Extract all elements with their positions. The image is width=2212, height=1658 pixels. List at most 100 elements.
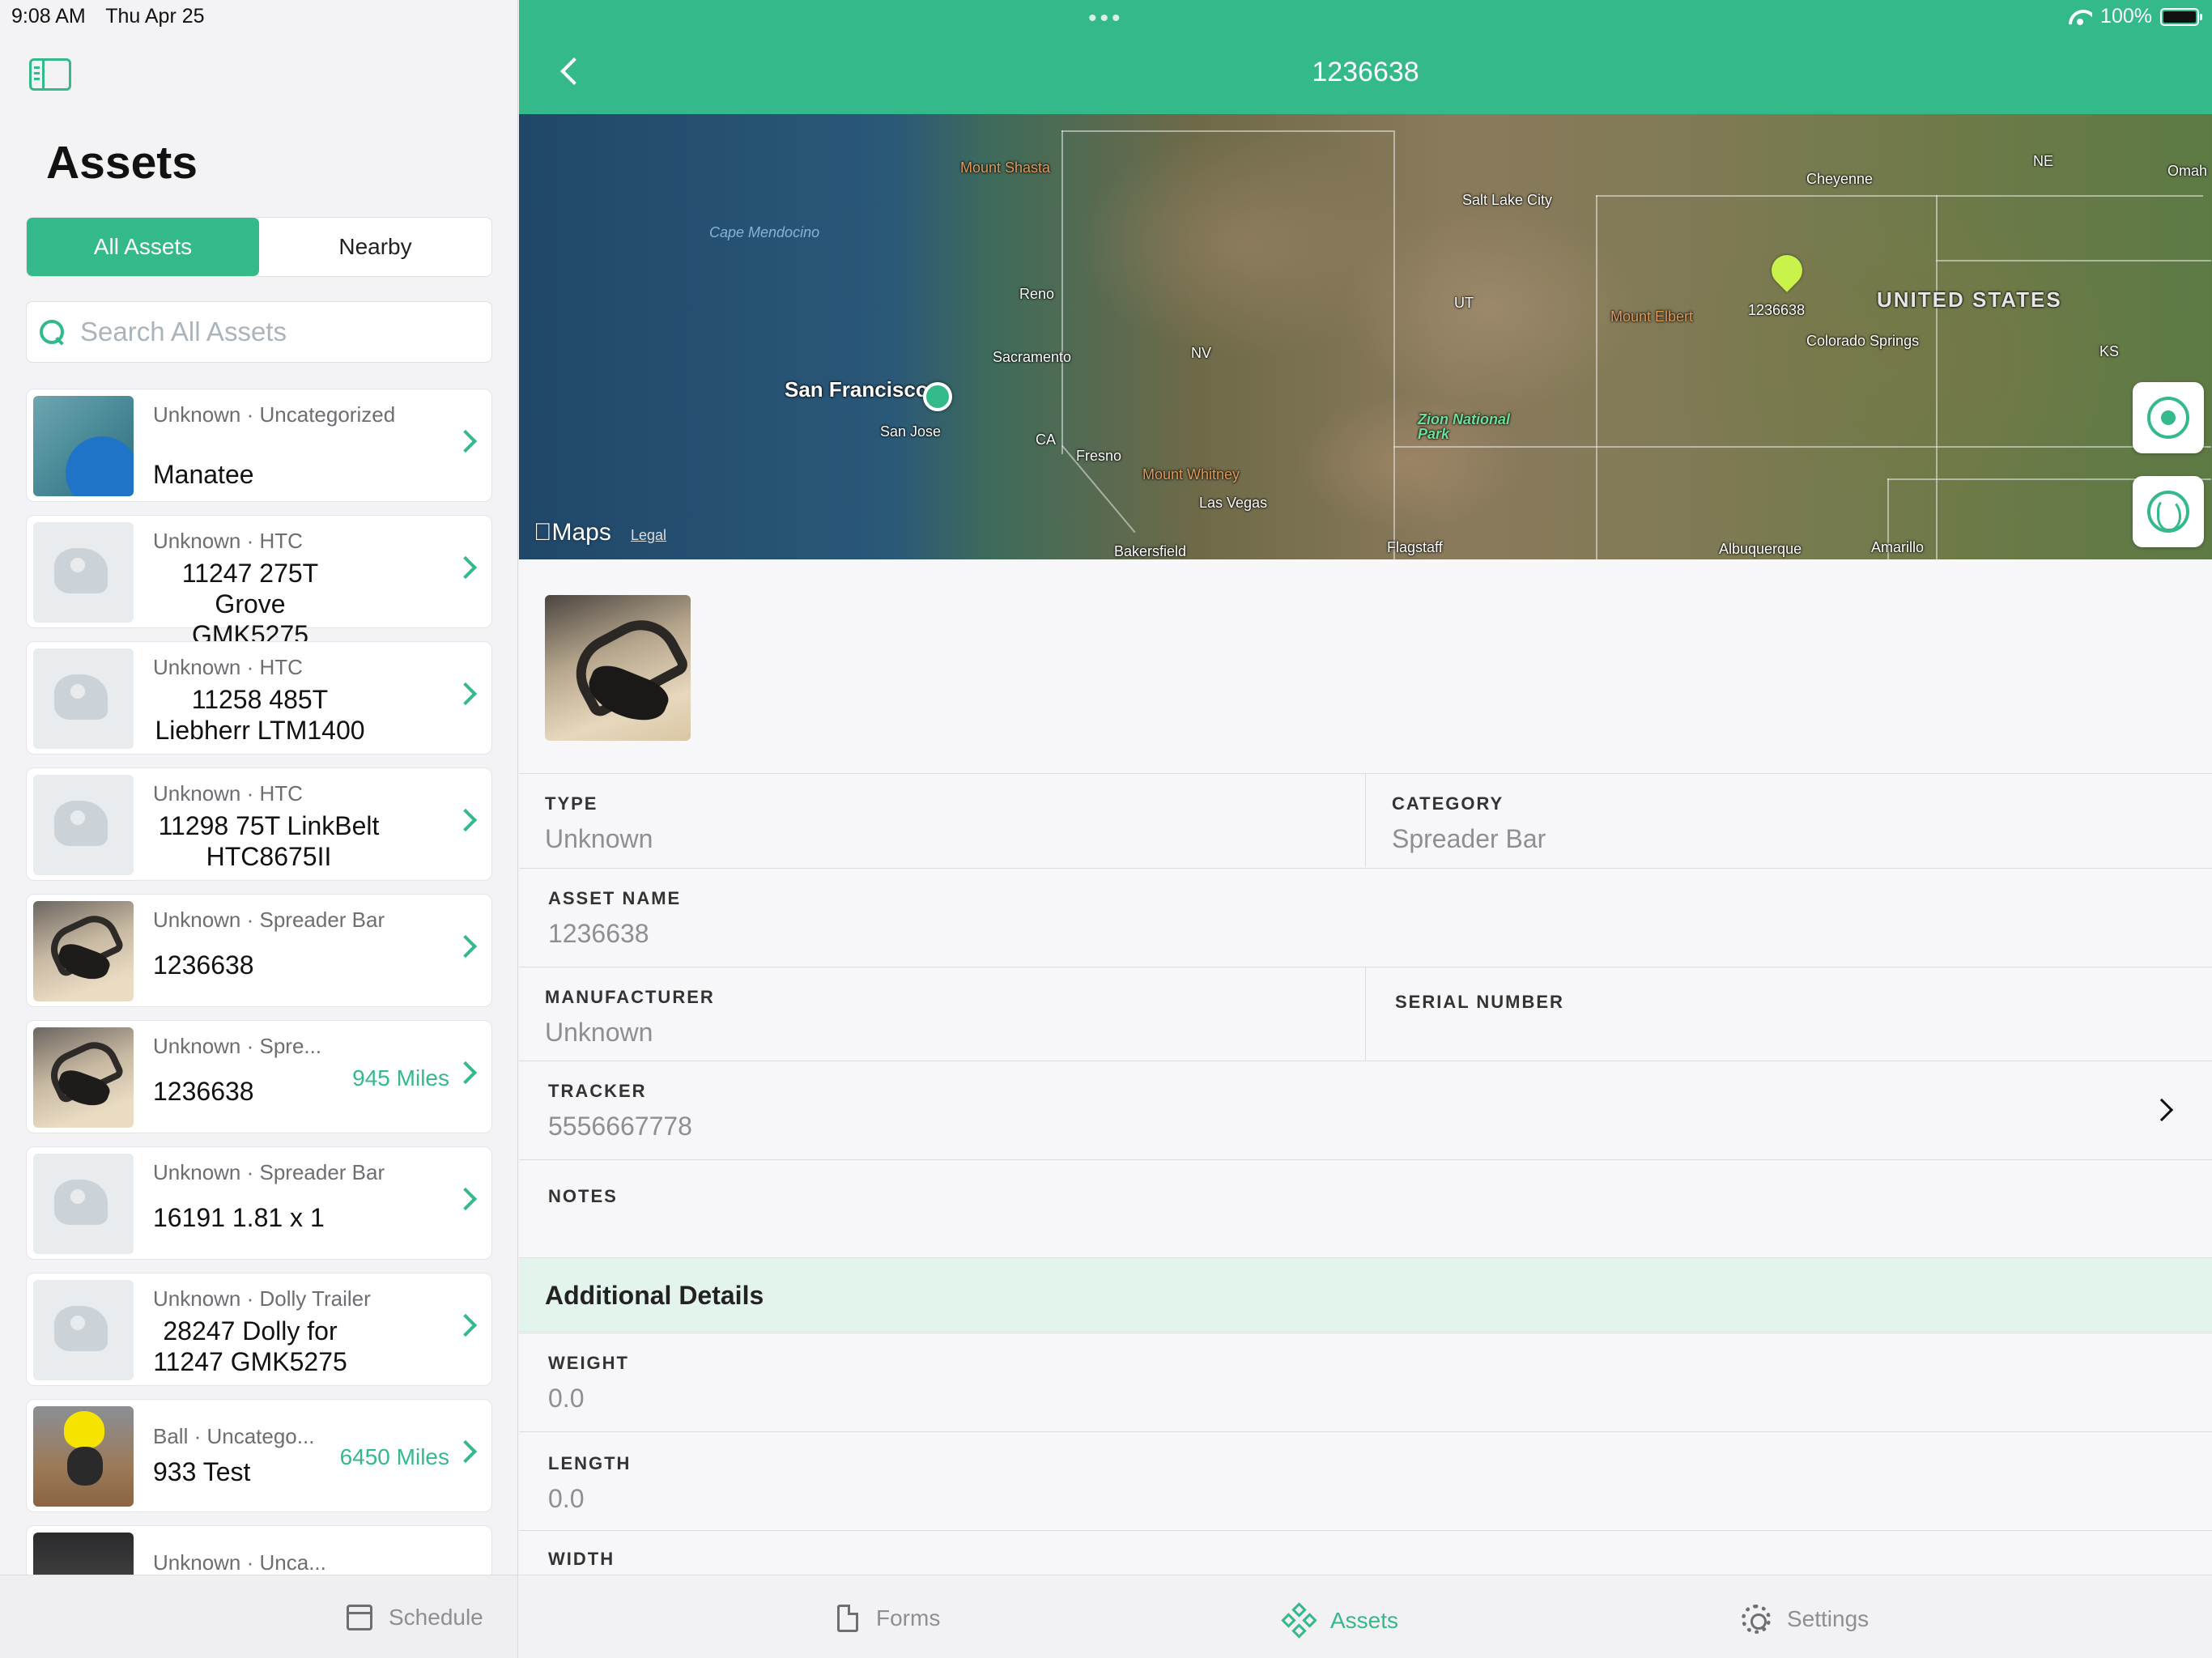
- tab-settings-label: Settings: [1787, 1606, 1870, 1631]
- tab-forms-label: Forms: [876, 1605, 941, 1630]
- asset-meta: Ball · Uncatego...: [153, 1424, 315, 1448]
- asset-name: 11247 275T Grove GMK5275: [181, 559, 319, 649]
- status-date: Thu Apr 25: [105, 5, 205, 28]
- asset-photo[interactable]: [545, 595, 691, 741]
- distance-badge: 945 Miles: [352, 1065, 449, 1090]
- locate-button[interactable]: [2133, 382, 2204, 453]
- map-label: NV: [1191, 345, 1212, 361]
- map-label: San Francisco: [785, 377, 929, 402]
- map-label: Mount Whitney: [1142, 466, 1240, 483]
- map-label: Cheyenne: [1806, 171, 1874, 187]
- asset-meta: Unknown · HTC: [153, 655, 303, 679]
- list-item[interactable]: Unknown · HTC 11247 275T Grove GMK5275: [26, 515, 492, 649]
- map-label: KS: [2099, 343, 2120, 359]
- chevron-right-icon: [453, 1187, 478, 1211]
- search-box[interactable]: [26, 301, 492, 363]
- status-bar-right: 100%: [2068, 5, 2202, 28]
- chevron-right-icon: [453, 429, 478, 453]
- sidebar-toggle-icon[interactable]: [29, 58, 71, 91]
- search-input[interactable]: [80, 317, 469, 347]
- tab-forms[interactable]: Forms: [837, 1605, 940, 1632]
- map-label: CA: [1036, 432, 1057, 448]
- field-serial-number[interactable]: SERIAL NUMBER: [1365, 967, 2212, 1061]
- list-item[interactable]: Unknown · Spreader Bar 1236638: [26, 894, 492, 1007]
- list-item[interactable]: Unknown · Dolly Trailer 28247 Dolly for …: [26, 1273, 492, 1386]
- tab-schedule-label: Schedule: [389, 1605, 483, 1630]
- tab-assets[interactable]: Assets: [1281, 1602, 1399, 1639]
- chevron-right-icon: [453, 808, 478, 832]
- map-label: Colorado Springs: [1806, 333, 1920, 349]
- document-icon: [837, 1605, 858, 1632]
- asset-meta: Unknown · HTC: [153, 781, 303, 806]
- list-item[interactable]: Ball · Uncatego... 933 Test 6450 Miles: [26, 1399, 492, 1512]
- distance-badge: 6450 Miles: [339, 1444, 449, 1469]
- asset-meta: Unknown · Unca...: [153, 1550, 326, 1575]
- calendar-icon: [347, 1605, 372, 1630]
- battery-icon: [2160, 7, 2202, 26]
- field-label: ASSET NAME: [548, 888, 682, 908]
- field-notes[interactable]: NOTES: [519, 1159, 2212, 1257]
- battery-percent: 100%: [2100, 5, 2152, 28]
- map-label: Omah: [2167, 163, 2208, 179]
- assets-icon: [1281, 1602, 1317, 1639]
- asset-meta: Unknown · Spreader Bar: [153, 908, 385, 932]
- tab-schedule[interactable]: Schedule: [347, 1605, 483, 1630]
- field-tracker[interactable]: TRACKER 5556667778: [519, 1061, 2212, 1159]
- segment-nearby[interactable]: Nearby: [259, 218, 491, 276]
- list-item[interactable]: Unknown · Spreader Bar 16191 1.81 x 1: [26, 1146, 492, 1260]
- asset-thumbnail: [33, 1406, 134, 1507]
- tab-bar: Forms Assets Settings: [519, 1575, 2212, 1658]
- asset-meta: Unknown · Spreader Bar: [153, 1160, 385, 1184]
- multitasking-dots-icon[interactable]: •••: [1088, 5, 1124, 32]
- field-value: Spreader Bar: [1392, 824, 1546, 853]
- asset-thumbnail: [33, 1027, 134, 1128]
- map-view[interactable]: Mount Shasta Cape Mendocino Reno Sacrame…: [519, 114, 2212, 559]
- current-location-dot[interactable]: [923, 382, 952, 411]
- placeholder-image-icon: [33, 522, 134, 623]
- list-item[interactable]: Unknown · Uncategorized Manatee: [26, 389, 492, 502]
- tab-assets-label: Assets: [1330, 1608, 1399, 1633]
- field-label: TRACKER: [548, 1081, 647, 1101]
- chevron-right-icon: [453, 682, 478, 706]
- placeholder-image-icon: [33, 1280, 134, 1380]
- maps-logo: Maps: [534, 519, 611, 546]
- page-title: Assets: [46, 137, 198, 189]
- placeholder-image-icon: [33, 1154, 134, 1254]
- asset-name: 16191 1.81 x 1: [153, 1203, 325, 1232]
- placeholder-image-icon: [33, 648, 134, 749]
- status-bar-left: 9:08 AM Thu Apr 25: [11, 5, 219, 28]
- map-label: Las Vegas: [1199, 495, 1268, 511]
- asset-map-pin-icon[interactable]: [1765, 249, 1809, 292]
- list-item[interactable]: Unknown · HTC 11298 75T LinkBelt HTC8675…: [26, 767, 492, 881]
- field-label: WIDTH: [548, 1549, 615, 1569]
- list-item[interactable]: Unknown · HTC 11258 485T Liebherr LTM140…: [26, 641, 492, 755]
- field-label: TYPE: [545, 793, 598, 814]
- map-label: Mount Elbert: [1610, 308, 1694, 325]
- search-icon: [38, 318, 66, 346]
- field-label: WEIGHT: [548, 1353, 629, 1373]
- asset-name: Manatee: [153, 460, 254, 489]
- field-value: 5556667778: [548, 1112, 692, 1141]
- list-item[interactable]: Unknown · Spre... 1236638 945 Miles: [26, 1020, 492, 1133]
- map-legal-link[interactable]: Legal: [631, 527, 666, 544]
- field-label: SERIAL NUMBER: [1395, 992, 1564, 1012]
- asset-meta: Unknown · Uncategorized: [153, 402, 396, 427]
- map-label: UT: [1454, 295, 1474, 311]
- segmented-control: All Assets Nearby: [26, 217, 492, 277]
- map-label: Amarillo: [1871, 539, 1925, 555]
- globe-icon: [2147, 491, 2189, 533]
- map-label: Sacramento: [993, 349, 1072, 365]
- tab-settings[interactable]: Settings: [1742, 1605, 1869, 1634]
- asset-meta: Unknown · Dolly Trailer: [153, 1286, 371, 1311]
- map-label: Cape Mendocino: [709, 224, 820, 240]
- field-label: LENGTH: [548, 1453, 632, 1473]
- sidebar: 9:08 AM Thu Apr 25 Assets All Assets Nea…: [0, 0, 518, 1658]
- asset-name: 11298 75T LinkBelt HTC8675II: [158, 811, 380, 871]
- asset-name: 11258 485T Liebherr LTM1400: [155, 685, 365, 745]
- map-style-button[interactable]: [2133, 476, 2204, 547]
- asset-name: 1236638: [153, 1077, 254, 1106]
- segment-all-assets[interactable]: All Assets: [27, 218, 259, 276]
- wifi-icon: [2068, 8, 2092, 26]
- placeholder-image-icon: [33, 775, 134, 875]
- field-value: Unknown: [545, 1018, 653, 1047]
